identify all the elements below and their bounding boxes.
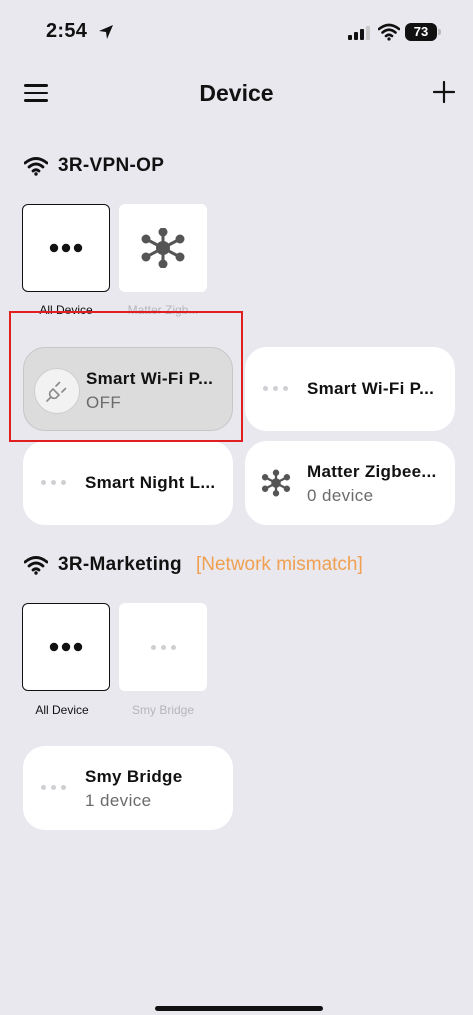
- device-count: 0 device: [307, 486, 374, 505]
- device-card-smart-wifi-plug-2[interactable]: Smart Wi-Fi P...: [245, 347, 455, 431]
- wifi-icon: [24, 157, 48, 176]
- battery-level: 73: [405, 23, 437, 41]
- network-header: 3R-Marketing [Network mismatch]: [24, 550, 363, 580]
- faint-dots-icon: [41, 480, 66, 485]
- wifi-status-icon: [378, 23, 400, 41]
- more-dots-icon: [49, 243, 83, 253]
- device-card-smy-bridge[interactable]: Smy Bridge 1 device: [23, 746, 233, 830]
- network-mismatch-warning: [Network mismatch]: [195, 554, 363, 575]
- plug-icon: [34, 368, 80, 414]
- device-name: Smart Wi-Fi P...: [86, 369, 214, 388]
- device-card-smart-wifi-plug[interactable]: Smart Wi-Fi P... OFF: [23, 347, 233, 431]
- device-card-smart-night-light[interactable]: Smart Night L...: [23, 441, 233, 525]
- faint-dots-icon: [150, 644, 176, 650]
- tile-label: All Device: [35, 703, 89, 717]
- device-name: Smart Night L...: [85, 473, 216, 492]
- tile-matter-zigbee[interactable]: [119, 204, 207, 292]
- network-name: 3R-VPN-OP: [58, 155, 165, 176]
- network-header: 3R-VPN-OP: [24, 151, 164, 181]
- device-count: 1 device: [85, 791, 152, 810]
- tile-smy-bridge[interactable]: [119, 603, 207, 691]
- faint-dots-icon: [263, 386, 288, 391]
- cellular-signal-icon: [348, 26, 370, 40]
- faint-dots-icon: [41, 785, 66, 790]
- status-time: 2:54: [46, 20, 88, 42]
- device-name: Smart Wi-Fi P...: [307, 379, 435, 398]
- page-title: Device: [199, 80, 274, 106]
- location-arrow-icon: [99, 25, 113, 39]
- device-card-matter-zigbee[interactable]: Matter Zigbee... 0 device: [245, 441, 455, 525]
- network-name: 3R-Marketing: [58, 554, 182, 575]
- status-bar: 2:54 73: [0, 0, 473, 64]
- tile-label: All Device: [39, 303, 93, 317]
- more-dots-icon: [49, 642, 83, 652]
- tile-label: Smy Bridge: [131, 703, 195, 717]
- wifi-icon: [24, 556, 48, 575]
- add-icon[interactable]: [432, 80, 456, 104]
- tile-all-device[interactable]: [22, 204, 110, 292]
- home-indicator: [155, 1006, 323, 1011]
- hub-icon: [141, 228, 185, 268]
- hub-icon: [261, 469, 291, 497]
- tile-label: Matter Zigb...: [127, 303, 199, 317]
- device-name: Matter Zigbee...: [307, 462, 437, 481]
- device-status: OFF: [86, 393, 122, 412]
- battery-icon: 73: [405, 23, 441, 41]
- device-name: Smy Bridge: [85, 767, 183, 786]
- tile-all-device[interactable]: [22, 603, 110, 691]
- nav-bar: Device: [0, 70, 473, 120]
